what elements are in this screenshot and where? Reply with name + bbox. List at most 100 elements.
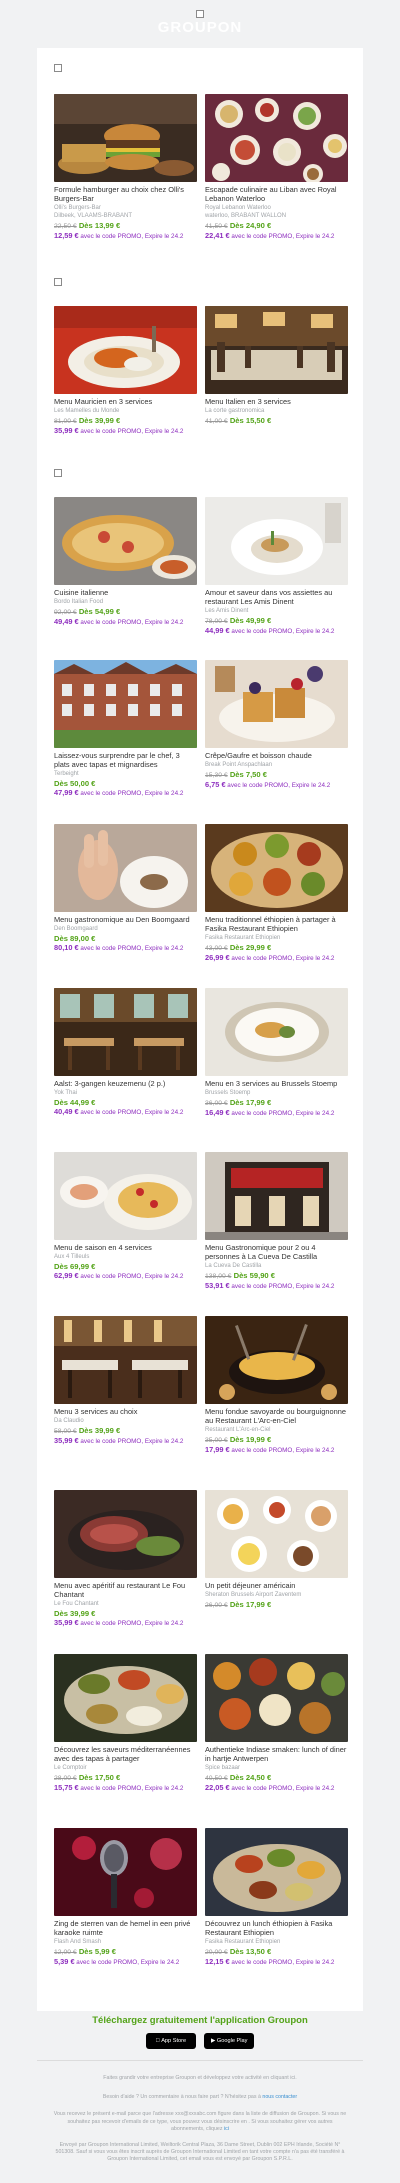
deal-tile[interactable]: Découvrez les saveurs méditerranéennes a… [54, 1654, 197, 1793]
deal-title[interactable]: Menu traditionnel éthiopien à partager à… [205, 915, 348, 933]
deal-title[interactable]: Cuisine italienne [54, 588, 197, 597]
deal-title[interactable]: Laissez-vous surprendre par le chef, 3 p… [54, 751, 197, 769]
promo-line: 6,75 € avec le code PROMO, Expire le 24.… [205, 781, 348, 790]
deal-title[interactable]: Crêpe/Gaufre et boisson chaude [205, 751, 348, 760]
deal-price: Dès 44,99 € [54, 1098, 96, 1107]
deal-tile[interactable]: Escapade culinaire au Liban avec Royal L… [205, 94, 348, 241]
merchant-name: Restaurant L'Arc-en-Ciel [205, 1427, 271, 1433]
deal-image[interactable] [205, 1152, 348, 1240]
deal-title[interactable]: Découvrez les saveurs méditerranéennes a… [54, 1745, 197, 1763]
deal-title[interactable]: Menu 3 services au choix [54, 1407, 197, 1416]
deal-image[interactable] [54, 1828, 197, 1916]
deal-image[interactable] [205, 988, 348, 1076]
merchant-name: Olli's Burgers-Bar [54, 205, 101, 211]
deal-tile[interactable]: Menu fondue savoyarde ou bourguignonne a… [205, 1316, 348, 1455]
deal-image[interactable] [54, 1654, 197, 1742]
app-store-badge[interactable]:  App Store [145, 2033, 196, 2049]
deal-image[interactable] [54, 94, 197, 182]
old-price: 28,00 € [54, 1775, 77, 1782]
app-promo: Téléchargez gratuitement l'application G… [0, 2015, 400, 2164]
help-text-body: Besoin d'aide ? Un commentaire à nous fa… [102, 2094, 263, 2101]
deal-tile[interactable]: Crêpe/Gaufre et boisson chaude Break Poi… [205, 660, 348, 790]
deal-image[interactable] [54, 824, 197, 912]
deal-image[interactable] [205, 1828, 348, 1916]
deal-image[interactable] [54, 1316, 197, 1404]
deal-tile[interactable]: Cuisine italienne Bordo Italian Food 92,… [54, 497, 197, 627]
deal-tile[interactable]: Un petit déjeuner américain Sheraton Bru… [205, 1490, 348, 1611]
deal-image[interactable] [205, 1316, 348, 1404]
deal-tile[interactable]: Découvrez un lunch éthiopien à Fasika Re… [205, 1828, 348, 1967]
merchant-name: Le Fou Chantant [54, 1601, 99, 1607]
deal-tile[interactable]: Menu avec apéritif au restaurant Le Fou … [54, 1490, 197, 1628]
deal-tile[interactable]: Menu Mauricien en 3 services Les Mamelle… [54, 306, 197, 436]
deal-title[interactable]: Menu gastronomique au Den Boomgaard [54, 915, 197, 924]
deal-title[interactable]: Menu fondue savoyarde ou bourguignonne a… [205, 1407, 348, 1425]
price-line: 15,30 € Dès 7,50 € [205, 770, 348, 781]
promo-price: 5,39 € [54, 1957, 75, 1966]
deal-price: Dès 24,50 € [229, 1773, 272, 1782]
deal-tile[interactable]: Menu traditionnel éthiopien à partager à… [205, 824, 348, 963]
old-price: 22,50 € [54, 223, 77, 230]
merchant-name: Fasika Restaurant Ethiopien [205, 935, 281, 941]
deal-image[interactable] [205, 497, 348, 585]
deal-title[interactable]: Menu Mauricien en 3 services [54, 397, 197, 406]
promo-price: 47,99 € [54, 788, 79, 797]
promo-price: 40,49 € [54, 1107, 79, 1116]
manage-subscriptions-link[interactable]: ici [224, 2126, 229, 2132]
deal-price: Dès 29,99 € [229, 943, 272, 952]
deal-image[interactable] [205, 660, 348, 748]
promo-text: avec le code PROMO, Expire le 24.2 [229, 1447, 335, 1454]
deal-image[interactable] [54, 1152, 197, 1240]
deal-tile[interactable]: Menu gastronomique au Den Boomgaard Den … [54, 824, 197, 953]
deal-tile[interactable]: Laissez-vous surprendre par le chef, 3 p… [54, 660, 197, 798]
deal-price: Dès 15,50 € [229, 416, 272, 425]
deal-title[interactable]: Zing de sterren van de hemel in een priv… [54, 1919, 197, 1937]
deal-title[interactable]: Menu Italien en 3 services [205, 397, 348, 406]
deal-image[interactable] [54, 306, 197, 394]
deal-title[interactable]: Escapade culinaire au Liban avec Royal L… [205, 185, 348, 203]
merchant-promo-text[interactable]: Faites grandir votre entreprise Groupon … [50, 2075, 350, 2082]
deal-title[interactable]: Authentieke Indiase smaken: lunch of din… [205, 1745, 348, 1763]
deal-tile[interactable]: Zing de sterren van de hemel in een priv… [54, 1828, 197, 1967]
deal-tile[interactable]: Menu Italien en 3 services La corte gast… [205, 306, 348, 427]
merchant-name: Spice bazaar [205, 1765, 241, 1771]
deal-image[interactable] [205, 1654, 348, 1742]
google-play-label: Google Play [216, 2038, 248, 2044]
promo-price: 22,05 € [205, 1783, 230, 1792]
deal-tile[interactable]: Menu de saison en 4 services Aux 4 Tille… [54, 1152, 197, 1281]
promo-price: 62,99 € [54, 1271, 79, 1280]
groupon-logo[interactable]: GROUPON [0, 19, 400, 37]
deal-image[interactable] [205, 306, 348, 394]
deal-title[interactable]: Un petit déjeuner américain [205, 1581, 348, 1590]
deal-image[interactable] [54, 988, 197, 1076]
deal-title[interactable]: Amour et saveur dans vos assiettes au re… [205, 588, 348, 606]
promo-line: 35,99 € avec le code PROMO, Expire le 24… [54, 427, 197, 436]
deal-tile[interactable]: Menu en 3 services au Brussels Stoemp Br… [205, 988, 348, 1118]
deal-title[interactable]: Formule hamburger au choix chez Olli's B… [54, 185, 197, 203]
deal-tile[interactable]: Menu Gastronomique pour 2 ou 4 personnes… [205, 1152, 348, 1291]
old-price: 20,00 € [205, 1949, 228, 1956]
promo-text: avec le code PROMO, Expire le 24.2 [78, 428, 184, 435]
promo-line: 40,49 € avec le code PROMO, Expire le 24… [54, 1108, 197, 1117]
contact-us-link[interactable]: nous contacter [262, 2094, 297, 2100]
deal-image[interactable] [205, 1490, 348, 1578]
google-play-badge[interactable]: ▶ Google Play [204, 2033, 255, 2049]
deal-tile[interactable]: Formule hamburger au choix chez Olli's B… [54, 94, 197, 241]
deal-title[interactable]: Menu avec apéritif au restaurant Le Fou … [54, 1581, 197, 1599]
deal-tile[interactable]: Menu 3 services au choix Da Claudio 58,0… [54, 1316, 197, 1446]
deal-image[interactable] [54, 1490, 197, 1578]
deal-title[interactable]: Menu Gastronomique pour 2 ou 4 personnes… [205, 1243, 348, 1261]
deal-title[interactable]: Découvrez un lunch éthiopien à Fasika Re… [205, 1919, 348, 1937]
deal-title[interactable]: Aalst: 3-gangen keuzemenu (2 p.) [54, 1079, 197, 1088]
deal-image[interactable] [205, 94, 348, 182]
deal-price: Dès 13,50 € [229, 1947, 272, 1956]
deal-tile[interactable]: Authentieke Indiase smaken: lunch of din… [205, 1654, 348, 1793]
deal-tile[interactable]: Amour et saveur dans vos assiettes au re… [205, 497, 348, 636]
company-text: Envoyé par Groupon International Limited… [55, 2142, 345, 2163]
deal-title[interactable]: Menu en 3 services au Brussels Stoemp [205, 1079, 348, 1088]
deal-image[interactable] [54, 497, 197, 585]
deal-tile[interactable]: Aalst: 3-gangen keuzemenu (2 p.) Yok Tha… [54, 988, 197, 1117]
deal-title[interactable]: Menu de saison en 4 services [54, 1243, 197, 1252]
deal-image[interactable] [54, 660, 197, 748]
deal-image[interactable] [205, 824, 348, 912]
